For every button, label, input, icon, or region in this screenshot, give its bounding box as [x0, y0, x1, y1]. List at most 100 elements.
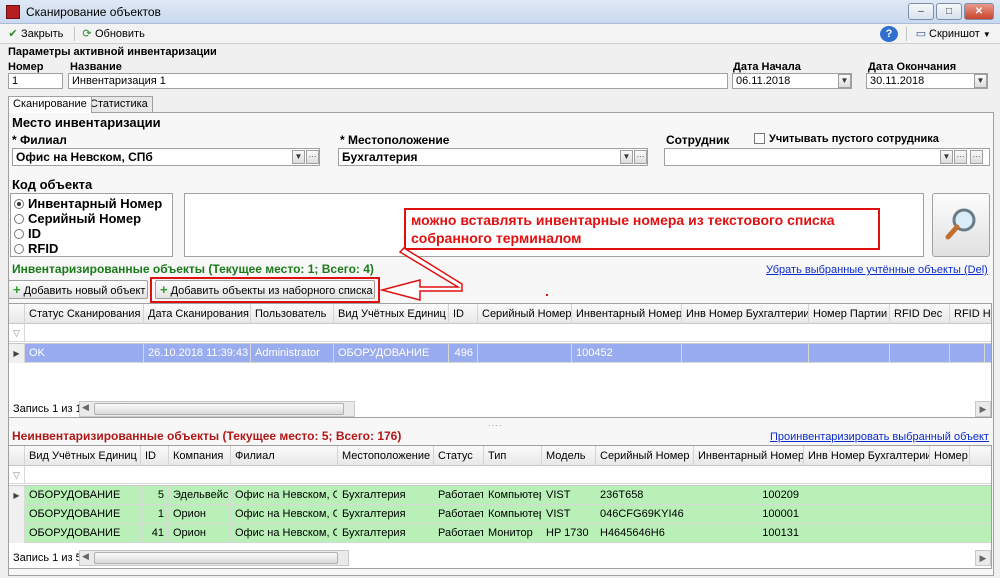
column-header[interactable]: Инвентарный Номер	[572, 304, 682, 324]
table-cell[interactable]: 100452	[572, 344, 682, 363]
column-header[interactable]: Местоположение	[338, 446, 434, 466]
add-from-list-button[interactable]: + Добавить объекты из наборного списка	[155, 280, 375, 299]
table-cell[interactable]	[804, 524, 930, 543]
column-header[interactable]: Компания	[169, 446, 231, 466]
table-cell[interactable]: Работает	[434, 486, 484, 505]
column-header[interactable]: Пользователь	[251, 304, 334, 324]
table-cell[interactable]: HP 1730	[542, 524, 596, 543]
scroll-right-icon[interactable]: ▶	[975, 550, 991, 566]
table-cell[interactable]: Бухгалтерия	[338, 486, 434, 505]
table-row[interactable]: ОБОРУДОВАНИЕ41ОрионОфис на Невском, СПбБ…	[9, 524, 991, 543]
table-cell[interactable]: 100001	[694, 505, 804, 524]
add-new-object-label: Добавить новый объект	[23, 285, 146, 297]
table-cell[interactable]	[930, 505, 970, 524]
table-cell[interactable]	[804, 505, 930, 524]
column-header[interactable]: RFID Hex	[950, 304, 991, 324]
filter-icon[interactable]: ▽	[9, 466, 25, 484]
column-header[interactable]: Серийный Номер	[596, 446, 694, 466]
table-cell[interactable]: 41	[141, 524, 169, 543]
row-pointer-icon: ▶	[9, 344, 25, 363]
filter-row[interactable]: ▽	[9, 324, 991, 342]
table-cell[interactable]: VIST	[542, 486, 596, 505]
scrollbar-thumb[interactable]	[94, 552, 338, 564]
filter-icon[interactable]: ▽	[9, 324, 25, 342]
add-new-object-button[interactable]: + Добавить новый объект	[8, 280, 148, 299]
table-cell[interactable]: 26.10.2018 11:39:43	[144, 344, 251, 363]
table-cell[interactable]: Компьютер	[484, 505, 542, 524]
column-header[interactable]: Филиал	[231, 446, 338, 466]
table-cell[interactable]: 236T658	[596, 486, 694, 505]
column-header[interactable]: Номер Партии	[930, 446, 970, 466]
column-header[interactable]: Статус Сканирования	[25, 304, 144, 324]
table-cell[interactable]: Эдельвейс	[169, 486, 231, 505]
table-cell[interactable]	[478, 344, 572, 363]
remove-selected-link[interactable]: Убрать выбранные учтённые объекты (Del)	[766, 264, 988, 276]
table-cell[interactable]: OK	[25, 344, 144, 363]
table-cell[interactable]	[809, 344, 890, 363]
inventory-selected-link[interactable]: Проинвентаризировать выбранный объект	[770, 431, 989, 443]
table-cell[interactable]: Офис на Невском, СПб	[231, 505, 338, 524]
filter-row[interactable]: ▽	[9, 466, 991, 484]
table-cell[interactable]: 1	[141, 505, 169, 524]
column-header[interactable]: Модель	[542, 446, 596, 466]
scroll-left-icon[interactable]: ◀	[82, 551, 89, 562]
column-header[interactable]: Статус	[434, 446, 484, 466]
table-cell[interactable]: Орион	[169, 524, 231, 543]
table-cell[interactable]: Administrator	[251, 344, 334, 363]
table-cell[interactable]: Офис на Невском, СПб	[231, 486, 338, 505]
column-header[interactable]: ID	[141, 446, 169, 466]
add-from-list-label: Добавить объекты из наборного списка	[170, 285, 373, 297]
table-cell[interactable]: ОБОРУДОВАНИЕ	[25, 505, 141, 524]
row-indicator	[9, 524, 25, 543]
tab-scanning[interactable]: Сканирование	[8, 96, 92, 113]
table-cell[interactable]: ОБОРУДОВАНИЕ	[25, 524, 141, 543]
table-cell[interactable]: Орион	[169, 505, 231, 524]
table-cell[interactable]	[950, 344, 985, 363]
table-row[interactable]: ▶ ОБОРУДОВАНИЕ 5 Эдельвейс Офис на Невском, …	[9, 486, 991, 505]
table-cell[interactable]	[804, 486, 930, 505]
grid-header: Вид Учётных Единиц ID Компания Филиал Местоп…	[9, 446, 991, 466]
table-cell[interactable]: H4645646H6	[596, 524, 694, 543]
horizontal-scrollbar[interactable]: ◀	[79, 550, 349, 566]
column-header[interactable]: Вид Учётных Единиц	[334, 304, 449, 324]
splitter-handle[interactable]: ····	[488, 421, 503, 430]
table-cell[interactable]: Монитор	[484, 524, 542, 543]
column-header[interactable]: ID	[449, 304, 478, 324]
table-row[interactable]: ▶ OK 26.10.2018 11:39:43 Administrator ОБОРУ…	[9, 344, 991, 363]
table-cell[interactable]: 046CFG69KYI46	[596, 505, 694, 524]
column-header[interactable]: Инв Номер Бухгалтерии	[804, 446, 930, 466]
table-cell[interactable]	[930, 486, 970, 505]
table-cell[interactable]: Бухгалтерия	[338, 524, 434, 543]
grid-header: Статус Сканирования Дата Сканирования Поль…	[9, 304, 991, 324]
column-header[interactable]: Вид Учётных Единиц	[25, 446, 141, 466]
table-cell[interactable]: Компьютер	[484, 486, 542, 505]
table-cell[interactable]	[890, 344, 950, 363]
column-header[interactable]: Номер Партии	[809, 304, 890, 324]
table-cell[interactable]	[930, 524, 970, 543]
table-cell[interactable]: VIST	[542, 505, 596, 524]
row-indicator-header	[9, 446, 25, 466]
table-cell[interactable]: Бухгалтерия	[338, 505, 434, 524]
scroll-right-icon[interactable]: ▶	[975, 401, 991, 417]
table-cell[interactable]: ОБОРУДОВАНИЕ	[25, 486, 141, 505]
column-header[interactable]: Дата Сканирования	[144, 304, 251, 324]
table-cell[interactable]: Работает	[434, 505, 484, 524]
table-cell[interactable]: Офис на Невском, СПб	[231, 524, 338, 543]
column-header[interactable]: Серийный Номер	[478, 304, 572, 324]
column-header[interactable]: RFID Dec	[890, 304, 950, 324]
column-header[interactable]: Тип	[484, 446, 542, 466]
record-counter: Запись 1 из 1	[13, 403, 82, 415]
table-cell[interactable]: 496	[449, 344, 478, 363]
column-header[interactable]: Инв Номер Бухгалтерии	[682, 304, 809, 324]
table-cell[interactable]: Работает	[434, 524, 484, 543]
table-cell[interactable]: 100209	[694, 486, 804, 505]
table-row[interactable]: ОБОРУДОВАНИЕ1ОрионОфис на Невском, СПбБу…	[9, 505, 991, 524]
table-cell[interactable]: ОБОРУДОВАНИЕ	[334, 344, 449, 363]
scroll-left-icon[interactable]: ◀	[82, 402, 89, 413]
table-cell[interactable]: 5	[141, 486, 169, 505]
column-header[interactable]: Инвентарный Номер	[694, 446, 804, 466]
horizontal-scrollbar[interactable]: ◀	[79, 401, 355, 417]
table-cell[interactable]	[682, 344, 809, 363]
scrollbar-thumb[interactable]	[94, 403, 344, 415]
table-cell[interactable]: 100131	[694, 524, 804, 543]
